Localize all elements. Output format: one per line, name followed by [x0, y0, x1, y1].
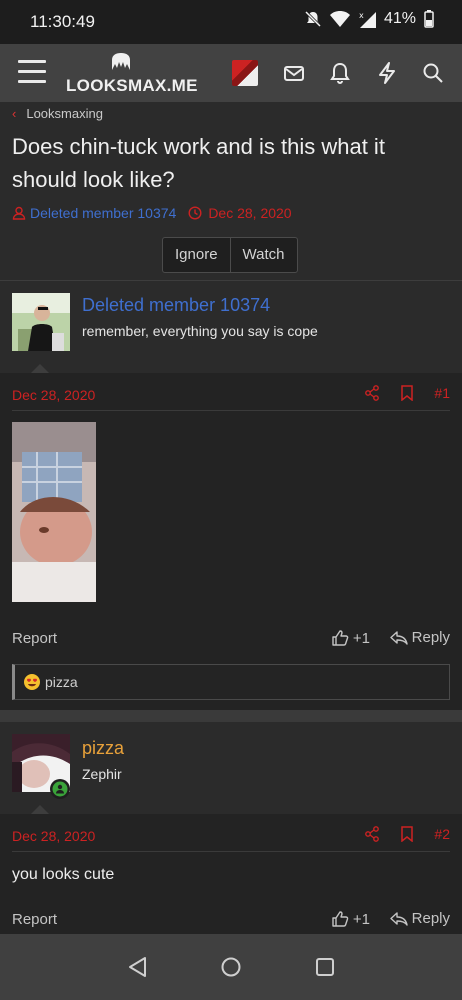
online-status-icon: [50, 779, 70, 799]
post-1-report-button[interactable]: Report: [12, 630, 57, 647]
heart-eyes-emoji-icon: [23, 673, 41, 691]
post-1: Dec 28, 2020 #1 Report +1 Reply pizza: [0, 373, 462, 710]
post-1-attached-image[interactable]: [12, 422, 96, 602]
post-2-user-title: Zephir: [82, 766, 122, 782]
ignore-button[interactable]: Ignore: [163, 238, 230, 272]
post-1-user-title: remember, everything you say is cope: [82, 323, 318, 339]
battery-text: 41%: [383, 10, 416, 27]
share-icon[interactable]: [364, 385, 380, 401]
wifi-icon: [329, 11, 350, 27]
post-2-user-block: pizza Zephir: [0, 722, 462, 815]
post-1-reactions[interactable]: pizza: [12, 664, 450, 700]
share-icon[interactable]: [364, 826, 380, 842]
system-nav-bar: [0, 934, 462, 1000]
post-2-like-button[interactable]: +1: [331, 910, 370, 928]
recents-icon[interactable]: [314, 956, 336, 978]
post-2-content: you looks cute: [12, 866, 115, 883]
post-1-user-block: Deleted member 10374 remember, everythin…: [0, 281, 462, 374]
watch-button[interactable]: Watch: [229, 238, 297, 272]
bolt-icon[interactable]: [374, 60, 400, 86]
post-2-number[interactable]: #2: [434, 826, 450, 842]
post-2-date[interactable]: Dec 28, 2020: [12, 828, 95, 844]
reaction-user[interactable]: pizza: [45, 674, 78, 690]
post-1-date[interactable]: Dec 28, 2020: [12, 387, 95, 403]
site-logo[interactable]: LOOKSMAX.ME: [66, 52, 197, 96]
post-2-meta: Dec 28, 2020 #2: [12, 822, 450, 852]
post-1-username[interactable]: Deleted member 10374: [82, 295, 270, 316]
post-2-report-button[interactable]: Report: [12, 911, 57, 928]
post-divider: [0, 710, 462, 722]
mute-icon: [304, 10, 322, 28]
clock-icon: [188, 206, 202, 220]
thread-actions: Ignore Watch: [162, 237, 298, 273]
bookmark-icon[interactable]: [400, 826, 414, 842]
home-icon[interactable]: [220, 956, 242, 978]
post-1-actions: Report +1 Reply: [12, 627, 450, 651]
thread-meta: Deleted member 10374 Dec 28, 2020: [12, 205, 292, 221]
post-1-avatar[interactable]: [12, 293, 70, 351]
signal-icon: x: [358, 10, 376, 28]
post-1-like-count: +1: [352, 629, 370, 647]
mail-icon[interactable]: [281, 60, 307, 86]
post-1-like-button[interactable]: +1: [331, 629, 370, 647]
chevron-left-icon: ‹: [12, 106, 17, 121]
search-icon[interactable]: [420, 60, 446, 86]
thread-title: Does chin-tuck work and is this what it …: [12, 134, 385, 192]
app-header: LOOKSMAX.ME: [0, 44, 462, 102]
post-1-number[interactable]: #1: [434, 385, 450, 401]
user-icon: [12, 206, 26, 220]
thread-author[interactable]: Deleted member 10374: [30, 205, 176, 221]
post-1-meta: Dec 28, 2020 #1: [12, 381, 450, 411]
status-bar: 11:30:49 x 41%: [0, 0, 462, 44]
post-2: Dec 28, 2020 #2 you looks cute Report +1…: [0, 814, 462, 934]
post-2-reply-button[interactable]: Reply: [389, 910, 450, 927]
menu-icon[interactable]: [18, 60, 46, 84]
thread-date[interactable]: Dec 28, 2020: [208, 205, 291, 221]
battery-icon: [424, 10, 434, 28]
post-2-username[interactable]: pizza: [82, 738, 124, 759]
back-icon[interactable]: [126, 955, 148, 979]
user-avatar[interactable]: [232, 60, 258, 86]
post-1-reply-button[interactable]: Reply: [389, 629, 450, 646]
status-time: 11:30:49: [30, 12, 95, 31]
bell-icon[interactable]: [327, 60, 353, 86]
breadcrumb-label[interactable]: Looksmaxing: [26, 106, 103, 121]
breadcrumb[interactable]: ‹ Looksmaxing: [12, 106, 103, 121]
post-2-like-count: +1: [352, 910, 370, 928]
bookmark-icon[interactable]: [400, 385, 414, 401]
post-1-reply-label: Reply: [411, 629, 450, 646]
post-2-actions: Report +1 Reply: [12, 908, 450, 932]
svg-text:x: x: [359, 11, 364, 20]
post-2-reply-label: Reply: [411, 910, 450, 927]
